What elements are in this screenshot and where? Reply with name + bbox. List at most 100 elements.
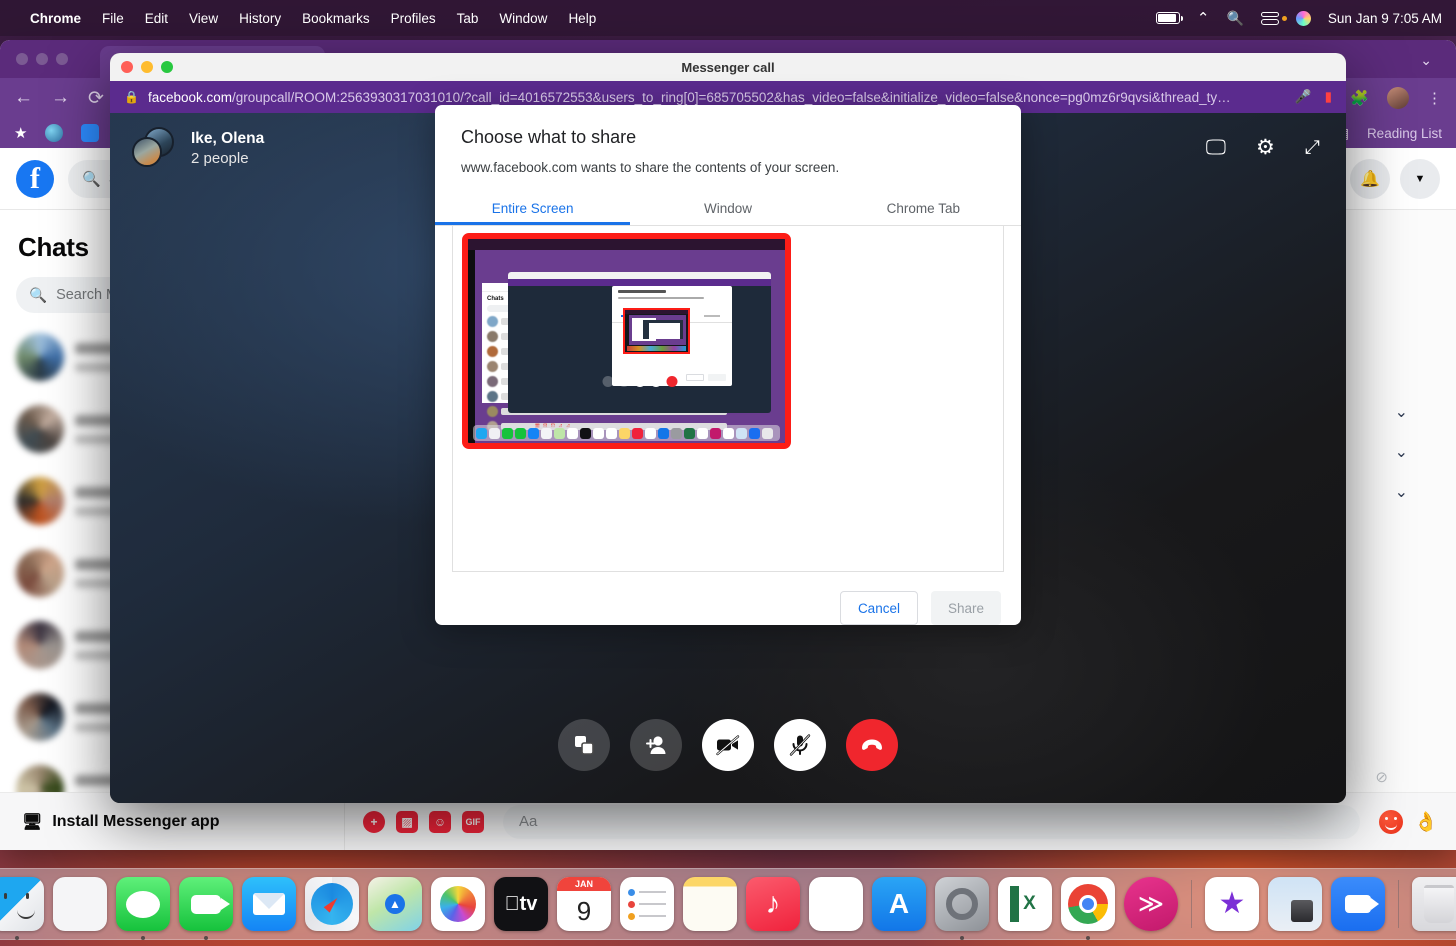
dock-item-system-preferences[interactable]: [935, 877, 989, 931]
dock-item-launchpad[interactable]: [53, 877, 107, 931]
star-icon: ★: [1219, 889, 1246, 919]
chevron-down-icon[interactable]: ⌄: [1420, 52, 1432, 69]
maximize-button[interactable]: [56, 53, 68, 65]
menu-help[interactable]: Help: [568, 11, 596, 26]
minimize-button[interactable]: [36, 53, 48, 65]
dock-item-safari[interactable]: [305, 877, 359, 931]
chevron-down-icon[interactable]: ⌄: [1395, 402, 1408, 422]
dock-item-calendar[interactable]: JAN9: [557, 877, 611, 931]
smiley-icon[interactable]: [1379, 810, 1403, 834]
menu-history[interactable]: History: [239, 11, 281, 26]
envelope-icon: [253, 893, 285, 915]
dock-item-preview[interactable]: [1268, 877, 1322, 931]
dock-item-excel[interactable]: X: [998, 877, 1052, 931]
sticker-icon[interactable]: ☺: [429, 811, 451, 833]
chevron-down-icon[interactable]: ⌄: [1395, 442, 1408, 462]
entire-screen-thumbnail[interactable]: Chats: [462, 233, 791, 449]
gif-icon[interactable]: GIF: [462, 811, 484, 833]
share-button[interactable]: Share: [931, 591, 1001, 625]
maximize-button[interactable]: [161, 61, 173, 73]
call-traffic-lights[interactable]: [121, 61, 173, 73]
avatar: [16, 333, 64, 381]
finder-face-icon: [17, 907, 35, 919]
mic-off-button[interactable]: [774, 719, 826, 771]
dock-item-finder[interactable]: [0, 877, 44, 931]
thumbnail-dock-icon: [684, 428, 695, 439]
menu-tab[interactable]: Tab: [457, 11, 479, 26]
facebook-logo[interactable]: f: [16, 160, 54, 198]
dock-item-facetime[interactable]: [179, 877, 233, 931]
thumbnail-call-window: [508, 272, 771, 413]
minimize-button[interactable]: [141, 61, 153, 73]
chevron-down-icon[interactable]: ⌄: [1395, 482, 1408, 502]
chevron-down-icon[interactable]: ▼: [1400, 159, 1440, 199]
profile-avatar[interactable]: [1387, 87, 1409, 109]
message-composer: + ▨ ☺ GIF Aa 👌: [345, 805, 1456, 839]
call-url-path: /groupcall/ROOM:2563930317031010/?call_i…: [232, 90, 1231, 105]
dock-item-maps[interactable]: ▲: [368, 877, 422, 931]
dock-item-app-store[interactable]: A: [872, 877, 926, 931]
settings-gear-icon[interactable]: ⚙: [1256, 135, 1275, 160]
dock-item-music[interactable]: ♪: [746, 877, 800, 931]
menu-profiles[interactable]: Profiles: [391, 11, 436, 26]
menu-bookmarks[interactable]: Bookmarks: [302, 11, 370, 26]
tab-window[interactable]: Window: [630, 191, 825, 225]
extensions-puzzle-icon[interactable]: 🧩: [1350, 89, 1369, 107]
menubar-clock[interactable]: Sun Jan 9 7:05 AM: [1328, 11, 1442, 26]
zoom-icon[interactable]: [81, 124, 99, 142]
dock-item-photos[interactable]: [431, 877, 485, 931]
menu-edit[interactable]: Edit: [145, 11, 168, 26]
thumbnail-dock-icon: [671, 428, 682, 439]
dock-separator: [1398, 880, 1399, 928]
dock-item-loom[interactable]: ≫: [1124, 877, 1178, 931]
screen-share-active-icon[interactable]: ▮: [1325, 89, 1332, 105]
fullscreen-expand-icon[interactable]: ⤢: [1305, 137, 1320, 159]
forward-arrow-icon[interactable]: →: [51, 87, 70, 109]
menu-file[interactable]: File: [102, 11, 124, 26]
dock-item-mail[interactable]: [242, 877, 296, 931]
dock-item-trash[interactable]: [1412, 877, 1456, 931]
background-traffic-lights[interactable]: [16, 53, 68, 65]
camera-off-button[interactable]: [702, 719, 754, 771]
chrome-menu-icon[interactable]: ⋮: [1427, 89, 1442, 107]
tab-chrome-tab[interactable]: Chrome Tab: [826, 191, 1021, 225]
add-people-button[interactable]: [630, 719, 682, 771]
photo-icon[interactable]: ▨: [396, 811, 418, 833]
share-source-tabs: Entire Screen Window Chrome Tab: [435, 191, 1021, 226]
menu-chrome[interactable]: Chrome: [30, 11, 81, 26]
star-icon[interactable]: ★: [14, 124, 27, 142]
cancel-button[interactable]: Cancel: [840, 591, 918, 625]
reading-list-label[interactable]: Reading List: [1367, 126, 1442, 141]
bell-icon[interactable]: 🔔: [1350, 159, 1390, 199]
menubar-status-area: ⌃ 🔍 Sun Jan 9 7:05 AM: [1156, 9, 1442, 27]
dock-item-apple-tv[interactable]: tv: [494, 877, 548, 931]
wifi-icon[interactable]: ⌃: [1197, 9, 1210, 27]
share-screen-button[interactable]: [558, 719, 610, 771]
dock-item-messages[interactable]: [116, 877, 170, 931]
plus-circle-icon[interactable]: +: [363, 811, 385, 833]
menu-window[interactable]: Window: [499, 11, 547, 26]
microphone-icon[interactable]: 🎤: [1295, 89, 1312, 105]
dock-item-notes[interactable]: [683, 877, 737, 931]
close-button[interactable]: [121, 61, 133, 73]
dock-item-chrome[interactable]: [1061, 877, 1115, 931]
tab-entire-screen[interactable]: Entire Screen: [435, 191, 630, 225]
reload-icon[interactable]: ⟳: [88, 87, 104, 110]
close-button[interactable]: [16, 53, 28, 65]
battery-icon[interactable]: [1156, 12, 1180, 24]
search-icon[interactable]: 🔍: [1226, 10, 1243, 27]
end-call-button[interactable]: [846, 719, 898, 771]
dock-item-zoom[interactable]: [1331, 877, 1385, 931]
siri-icon[interactable]: [1296, 11, 1311, 26]
control-center-icon[interactable]: [1261, 12, 1279, 25]
message-input[interactable]: Aa: [503, 805, 1360, 839]
menu-view[interactable]: View: [189, 11, 218, 26]
dock-item-reminders[interactable]: [620, 877, 674, 931]
present-screen-icon[interactable]: 🖵: [1206, 136, 1226, 160]
back-arrow-icon[interactable]: ←: [14, 87, 33, 109]
globe-icon[interactable]: [45, 124, 63, 142]
dock-item-imovie[interactable]: ★: [1205, 877, 1259, 931]
macos-menubar: Chrome File Edit View History Bookmarks …: [0, 0, 1456, 36]
ok-hand-icon[interactable]: 👌: [1414, 810, 1438, 834]
dock-item-slack[interactable]: [809, 877, 863, 931]
